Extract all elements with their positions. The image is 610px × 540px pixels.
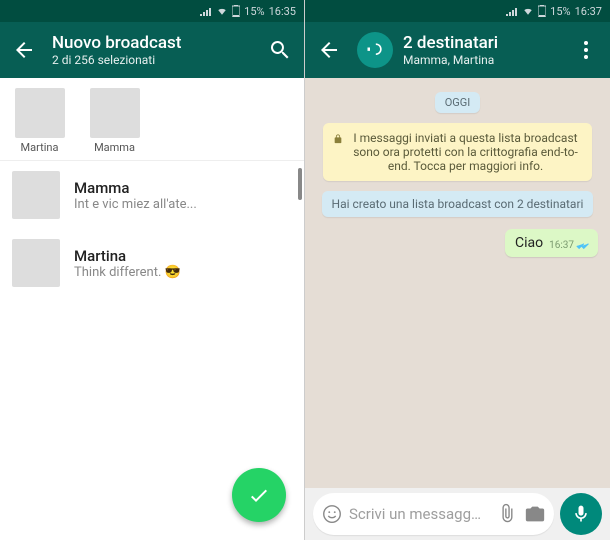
- battery-percent: 15%: [244, 5, 264, 18]
- battery-icon: [538, 5, 546, 17]
- input-placeholder: Scrivi un messagg…: [349, 505, 490, 523]
- header-titles[interactable]: 2 destinatari Mamma, Martina: [403, 33, 558, 67]
- mic-icon: [571, 504, 591, 524]
- avatar: [15, 88, 65, 138]
- contact-row[interactable]: Mamma Int e vic miez all'ate...: [0, 161, 304, 229]
- camera-icon[interactable]: [524, 503, 546, 525]
- message-input-bar: Scrivi un messagg…: [305, 488, 610, 540]
- battery-percent: 15%: [550, 5, 570, 18]
- contact-list[interactable]: Mamma Int e vic miez all'ate... Martina …: [0, 161, 304, 297]
- status-time: 16:35: [269, 5, 296, 18]
- avatar: [90, 88, 140, 138]
- broadcast-avatar[interactable]: [357, 32, 393, 68]
- encryption-text: I messaggi inviati a questa lista broadc…: [349, 131, 582, 173]
- contact-name: Mamma: [74, 179, 292, 197]
- signal-icon: [200, 6, 212, 16]
- header-titles: Nuovo broadcast 2 di 256 selezionati: [52, 33, 252, 67]
- selected-contact-name: Mamma: [94, 141, 135, 154]
- header-title: Nuovo broadcast: [52, 33, 252, 53]
- status-bar: 15% 16:37: [305, 0, 610, 22]
- header: 2 destinatari Mamma, Martina: [305, 22, 610, 78]
- wifi-icon: [216, 6, 228, 16]
- scrollbar-thumb[interactable]: [298, 168, 302, 200]
- back-arrow-icon[interactable]: [12, 38, 36, 62]
- chat-area[interactable]: OGGI I messaggi inviati a questa lista b…: [305, 78, 610, 488]
- selected-contacts-row: Martina Mamma: [0, 78, 304, 161]
- search-icon[interactable]: [268, 38, 292, 62]
- wifi-icon: [522, 6, 534, 16]
- header-subtitle: 2 di 256 selezionati: [52, 53, 252, 67]
- selected-contact[interactable]: Mamma: [87, 88, 142, 154]
- contact-status: Think different. 😎: [74, 265, 292, 280]
- message-input[interactable]: Scrivi un messagg…: [313, 493, 554, 535]
- avatar: [12, 239, 60, 287]
- signal-icon: [506, 6, 518, 16]
- read-ticks-icon: [576, 241, 590, 251]
- selected-contact[interactable]: Martina: [12, 88, 67, 154]
- lock-icon: [333, 133, 343, 145]
- status-bar: 15% 16:35: [0, 0, 304, 22]
- megaphone-icon: [365, 40, 385, 60]
- header: Nuovo broadcast 2 di 256 selezionati: [0, 22, 304, 78]
- mic-button[interactable]: [560, 493, 602, 535]
- header-title: 2 destinatari: [403, 33, 558, 53]
- attach-icon[interactable]: [496, 503, 518, 525]
- encryption-notice[interactable]: I messaggi inviati a questa lista broadc…: [323, 123, 592, 181]
- emoji-icon[interactable]: [321, 503, 343, 525]
- selected-contact-name: Martina: [21, 141, 59, 154]
- message-time: 16:37: [549, 240, 574, 251]
- contact-name: Martina: [74, 247, 292, 265]
- screen-new-broadcast: 15% 16:35 Nuovo broadcast 2 di 256 selez…: [0, 0, 305, 540]
- screen-broadcast-chat: 15% 16:37 2 destinatari Mamma, Martina O…: [305, 0, 610, 540]
- contact-row[interactable]: Martina Think different. 😎: [0, 229, 304, 297]
- confirm-fab[interactable]: [232, 468, 286, 522]
- message-text: Ciao: [515, 235, 543, 251]
- date-label: OGGI: [435, 92, 481, 113]
- avatar: [12, 171, 60, 219]
- header-subtitle: Mamma, Martina: [403, 53, 558, 67]
- status-time: 16:37: [575, 5, 602, 18]
- check-icon: [247, 483, 271, 507]
- back-arrow-icon[interactable]: [317, 38, 341, 62]
- more-icon[interactable]: [574, 38, 598, 62]
- battery-icon: [232, 5, 240, 17]
- contact-status: Int e vic miez all'ate...: [74, 197, 292, 212]
- creation-notice: Hai creato una lista broadcast con 2 des…: [322, 191, 594, 217]
- outgoing-message[interactable]: Ciao 16:37: [505, 229, 598, 257]
